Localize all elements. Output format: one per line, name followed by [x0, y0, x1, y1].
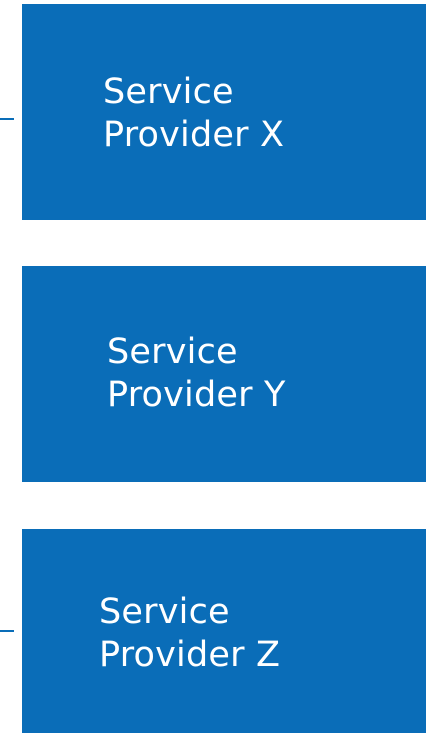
- service-provider-x-box: Service Provider X: [22, 4, 426, 220]
- service-provider-y-box: Service Provider Y: [22, 266, 426, 482]
- service-provider-x-line2: Provider X: [103, 115, 285, 155]
- service-provider-z-box: Service Provider Z: [22, 529, 426, 733]
- service-provider-x-label: Service Provider X: [103, 71, 284, 157]
- service-provider-z-line2: Provider Z: [99, 635, 281, 675]
- service-provider-x-line1: Service: [103, 72, 234, 112]
- service-provider-y-label: Service Provider Y: [107, 331, 286, 417]
- connector-line-x: [0, 118, 14, 120]
- service-provider-z-line1: Service: [99, 592, 230, 632]
- service-provider-z-label: Service Provider Z: [99, 591, 280, 677]
- service-provider-y-line1: Service: [107, 332, 238, 372]
- connector-line-z: [0, 630, 14, 632]
- service-provider-y-line2: Provider Y: [107, 375, 286, 415]
